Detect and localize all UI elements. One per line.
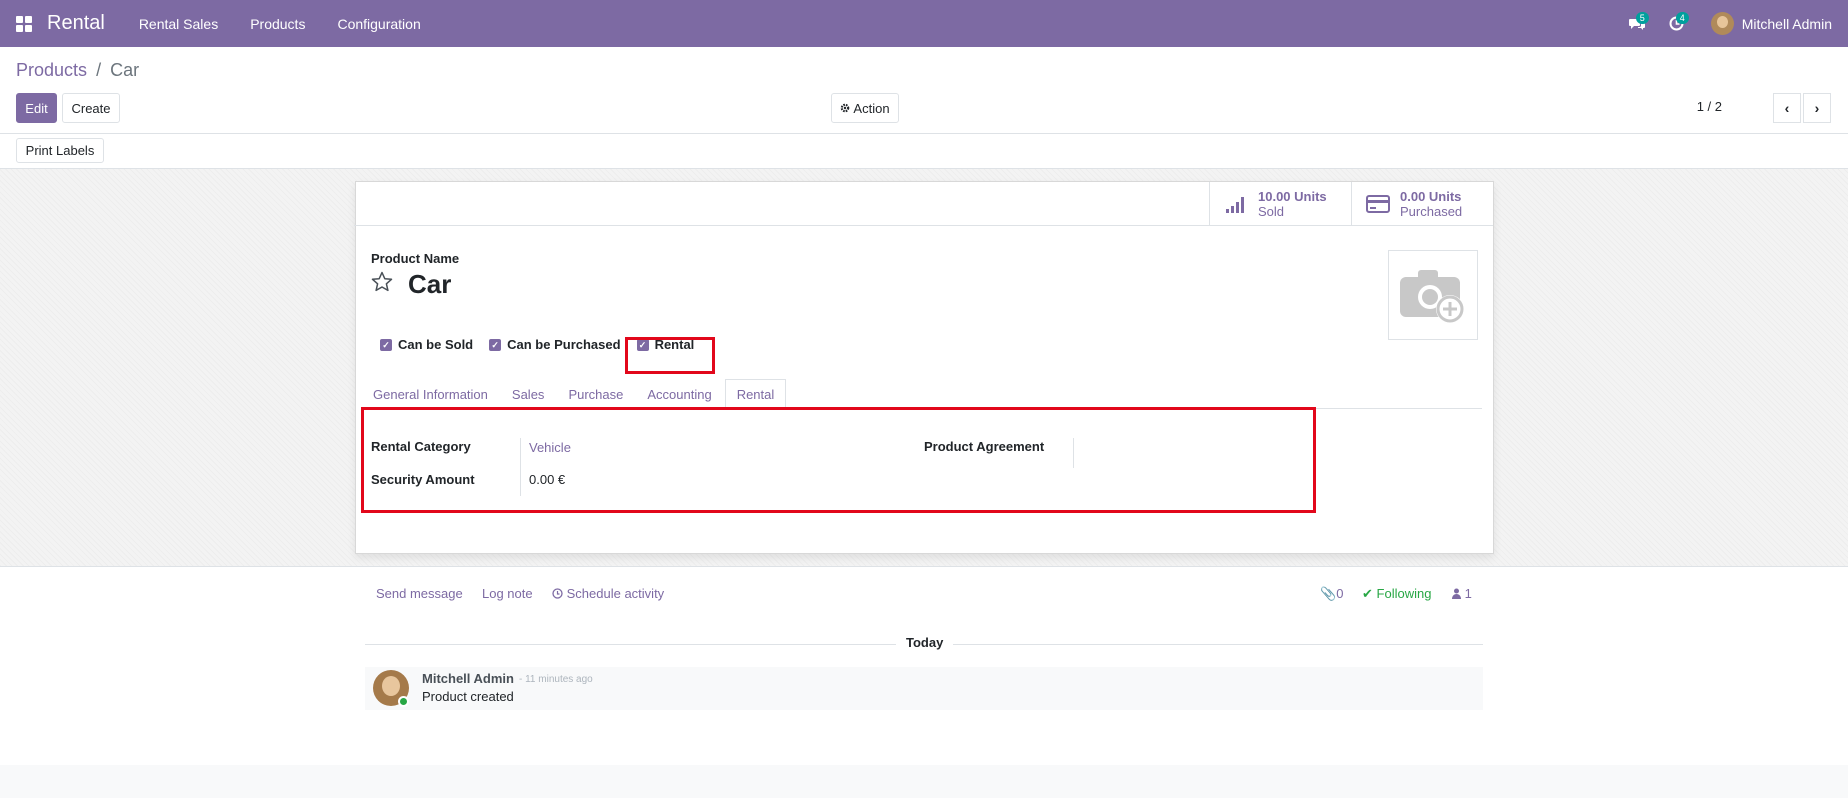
- attachments-button[interactable]: 📎0: [1320, 586, 1343, 602]
- breadcrumb-current: Car: [110, 60, 140, 80]
- menu-configuration[interactable]: Configuration: [321, 0, 436, 47]
- can-be-sold-label: Can be Sold: [398, 337, 474, 352]
- log-note-button[interactable]: Log note: [482, 586, 533, 601]
- clock-icon: [552, 588, 563, 599]
- chevron-right-icon: ›: [1814, 100, 1820, 116]
- check-icon: ✔: [1362, 586, 1373, 601]
- divider: [0, 133, 1848, 134]
- credit-card-icon: [1366, 195, 1390, 213]
- menu-products[interactable]: Products: [234, 0, 321, 47]
- form-sheet: 10.00 Units Sold 0.00 Units Purchased Pr…: [354, 181, 1494, 554]
- security-amount-value: 0.00 €: [529, 472, 566, 487]
- top-navbar: Rental Rental Sales Products Configurati…: [0, 0, 1848, 47]
- message-author[interactable]: Mitchell Admin: [422, 671, 514, 686]
- can-be-purchased-label: Can be Purchased: [507, 337, 621, 352]
- sold-stat-button[interactable]: 10.00 Units Sold: [1209, 182, 1351, 226]
- chevron-left-icon: ‹: [1784, 100, 1790, 116]
- apps-menu-icon[interactable]: [0, 0, 47, 47]
- rental-category-value[interactable]: Vehicle: [529, 440, 571, 455]
- divider: [1073, 438, 1074, 468]
- rental-category-label: Rental Category: [371, 439, 471, 454]
- schedule-activity-button[interactable]: Schedule activity: [552, 586, 664, 601]
- pager-value: 1 / 2: [1696, 99, 1722, 114]
- sold-value: 10.00 Units: [1258, 189, 1327, 204]
- user-menu[interactable]: Mitchell Admin: [1697, 12, 1848, 35]
- chatter: Send message Log note Schedule activity …: [0, 567, 1848, 765]
- tab-accounting[interactable]: Accounting: [636, 379, 722, 409]
- sold-label: Sold: [1258, 204, 1285, 219]
- star-icon[interactable]: [370, 270, 394, 294]
- menu-rental-sales[interactable]: Rental Sales: [123, 0, 234, 47]
- pager-previous-button[interactable]: ‹: [1773, 93, 1801, 123]
- tab-sales[interactable]: Sales: [501, 379, 556, 409]
- camera-add-icon: [1400, 270, 1464, 323]
- messages-badge: 5: [1635, 12, 1649, 24]
- activity-menu[interactable]: 4: [1657, 0, 1697, 47]
- date-separator: Today: [896, 635, 954, 650]
- breadcrumb: Products / Car: [16, 60, 139, 81]
- followers-button[interactable]: 1: [1452, 586, 1472, 601]
- notebook-tabs: General Information Sales Purchase Accou…: [362, 379, 1482, 410]
- rental-highlight-box: [625, 337, 715, 374]
- create-button[interactable]: Create: [62, 93, 120, 123]
- control-panel: Products / Car Edit Create Action 1 / 2 …: [0, 47, 1848, 169]
- following-label: Following: [1376, 586, 1432, 601]
- paperclip-icon: 📎: [1320, 586, 1337, 601]
- message-body: Product created: [422, 689, 514, 704]
- product-image-placeholder[interactable]: [1388, 250, 1478, 340]
- tab-general-information[interactable]: General Information: [362, 379, 499, 409]
- message-time: - 11 minutes ago: [519, 674, 593, 685]
- print-labels-button[interactable]: Print Labels: [16, 138, 104, 163]
- gear-icon: [841, 103, 850, 113]
- following-button[interactable]: ✔ Following: [1362, 586, 1431, 602]
- divider: [520, 438, 521, 496]
- page-footer-background: [0, 765, 1848, 798]
- schedule-activity-label: Schedule activity: [566, 586, 665, 601]
- smart-button-box: 10.00 Units Sold 0.00 Units Purchased: [354, 182, 1493, 226]
- action-button[interactable]: Action: [831, 93, 899, 123]
- pager-next-button[interactable]: ›: [1803, 93, 1831, 123]
- breadcrumb-products[interactable]: Products: [16, 60, 87, 80]
- user-name: Mitchell Admin: [1741, 15, 1832, 32]
- followers-count: 1: [1464, 586, 1472, 601]
- rental-tab-highlight-box: [361, 407, 1316, 513]
- edit-button[interactable]: Edit: [16, 93, 57, 123]
- messaging-menu[interactable]: 5: [1617, 0, 1657, 47]
- online-status-icon: [398, 696, 409, 707]
- can-be-sold-checkbox[interactable]: ✓ Can be Sold: [380, 337, 473, 352]
- attachments-count: 0: [1336, 586, 1344, 601]
- product-name-label: Product Name: [371, 251, 460, 266]
- tab-purchase[interactable]: Purchase: [557, 379, 634, 409]
- action-label: Action: [853, 100, 890, 116]
- activities-badge: 4: [1675, 12, 1689, 24]
- product-agreement-label: Product Agreement: [924, 439, 1045, 454]
- send-message-button[interactable]: Send message: [376, 586, 463, 601]
- purchased-value: 0.00 Units: [1400, 189, 1462, 204]
- security-amount-label: Security Amount: [371, 472, 475, 487]
- purchased-stat-button[interactable]: 0.00 Units Purchased: [1351, 182, 1493, 226]
- checkmark-icon: ✓: [380, 338, 392, 351]
- can-be-purchased-checkbox[interactable]: ✓ Can be Purchased: [489, 337, 621, 352]
- tab-rental[interactable]: Rental: [724, 379, 787, 410]
- user-icon: [1452, 588, 1461, 599]
- product-name: Car: [408, 269, 452, 299]
- avatar: [1710, 12, 1734, 35]
- breadcrumb-separator: /: [96, 60, 102, 80]
- checkmark-icon: ✓: [489, 338, 502, 351]
- message-item: Mitchell Admin - 11 minutes ago Product …: [365, 667, 1483, 710]
- app-title[interactable]: Rental: [47, 12, 105, 35]
- purchased-label: Purchased: [1400, 204, 1463, 219]
- signal-bars-icon: [1226, 197, 1244, 213]
